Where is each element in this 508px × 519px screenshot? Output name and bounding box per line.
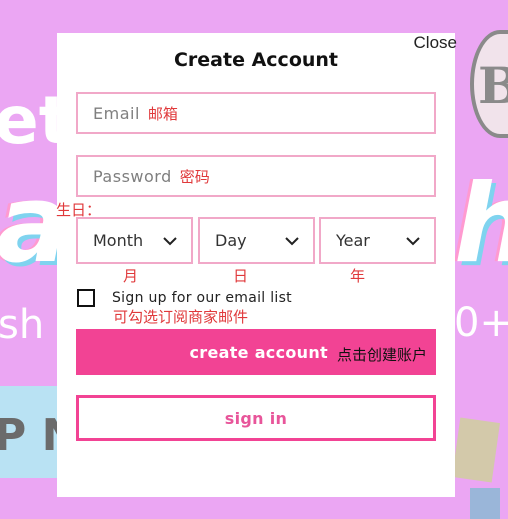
chevron-down-icon	[285, 236, 299, 245]
email-field[interactable]: Email 邮箱	[76, 92, 436, 134]
chevron-down-icon	[163, 236, 177, 245]
create-account-annotation: 点击创建账户	[336, 346, 427, 364]
background-decoration	[452, 417, 500, 483]
day-select[interactable]: Day	[198, 217, 315, 264]
sign-in-button[interactable]: sign in	[76, 395, 436, 441]
password-annotation: 密码	[179, 167, 210, 186]
sign-in-label: sign in	[224, 408, 288, 428]
month-select-value: Month	[93, 231, 144, 250]
day-annotation: 日	[233, 267, 249, 285]
email-annotation: 邮箱	[147, 104, 178, 123]
create-account-modal: Close Create Account Email 邮箱 Password 密…	[56, 33, 457, 497]
brand-badge-letter: B	[478, 56, 508, 115]
year-select[interactable]: Year	[319, 217, 436, 264]
create-account-label: create account	[189, 342, 328, 362]
month-annotation: 月	[123, 267, 139, 285]
day-select-value: Day	[215, 231, 247, 250]
subscribe-row: Sign up for our email list	[77, 289, 292, 307]
subscribe-checkbox[interactable]	[77, 289, 95, 307]
background-subtext-right: 0+	[454, 300, 508, 346]
month-select[interactable]: Month	[76, 217, 193, 264]
email-placeholder: Email	[93, 103, 140, 123]
subscribe-label[interactable]: Sign up for our email list	[112, 290, 292, 306]
year-annotation: 年	[350, 267, 366, 285]
background-headline-right: h	[454, 162, 508, 287]
background-decoration	[470, 488, 500, 519]
subscribe-annotation: 可勾选订阅商家邮件	[113, 308, 249, 326]
chevron-down-icon	[406, 236, 420, 245]
year-select-value: Year	[336, 231, 370, 250]
modal-title: Create Account	[173, 49, 339, 71]
password-field[interactable]: Password 密码	[76, 155, 436, 197]
password-placeholder: Password	[93, 166, 172, 186]
